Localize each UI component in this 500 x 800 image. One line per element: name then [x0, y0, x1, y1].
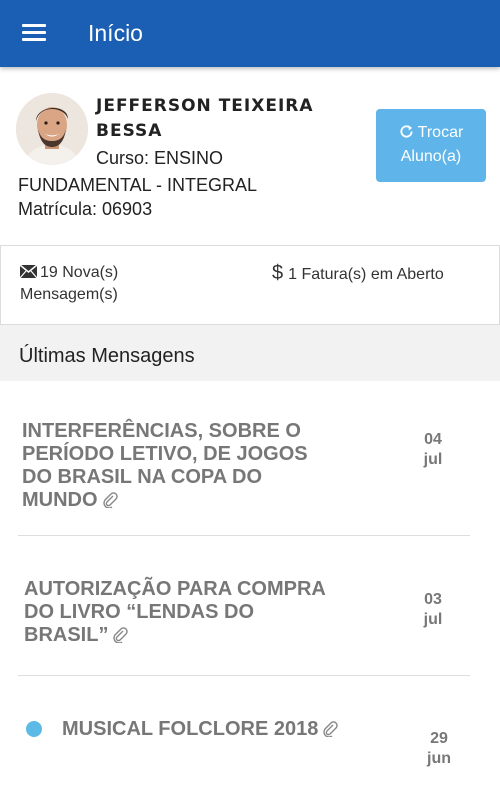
message-item[interactable]: INTERFERÊNCIAS, SOBRE O PERÍODO LETIVO, … — [18, 420, 470, 536]
paperclip-icon — [323, 721, 339, 737]
message-date: 04 jul — [413, 430, 453, 470]
app-bar: Início — [0, 0, 500, 67]
student-name: JEFFERSON TEIXEIRA BESSA — [96, 96, 314, 141]
switch-student-button[interactable]: Trocar Aluno(a) — [376, 109, 486, 182]
message-title: AUTORIZAÇÃO PARA COMPRA DO LIVRO “LENDAS… — [24, 578, 326, 646]
summary-panel: 19 Nova(s) Mensagem(s) $1 Fatura(s) em A… — [0, 245, 500, 325]
message-month: jul — [423, 451, 443, 468]
new-messages-link[interactable]: 19 Nova(s) Mensagem(s) — [19, 262, 200, 306]
message-month: jun — [427, 750, 451, 767]
message-day: 04 — [424, 431, 442, 448]
message-title-wrap: INTERFERÊNCIAS, SOBRE O PERÍODO LETIVO, … — [22, 420, 332, 512]
message-date: 03 jul — [413, 590, 453, 630]
page-title: Início — [88, 20, 143, 46]
message-day: 29 — [430, 730, 448, 747]
message-item[interactable]: AUTORIZAÇÃO PARA COMPRA DO LIVRO “LENDAS… — [18, 578, 470, 676]
message-title: INTERFERÊNCIAS, SOBRE O PERÍODO LETIVO, … — [22, 420, 308, 511]
refresh-icon — [400, 125, 413, 138]
unread-indicator — [26, 721, 42, 737]
message-title: MUSICAL FOLCLORE 2018 — [62, 718, 319, 740]
open-invoices-link[interactable]: $1 Fatura(s) em Aberto — [272, 262, 444, 286]
envelope-icon — [19, 264, 38, 279]
student-course: Curso: ENSINO FUNDAMENTAL - INTEGRAL — [18, 148, 258, 195]
message-title-wrap: MUSICAL FOLCLORE 2018 — [62, 718, 382, 741]
message-day: 03 — [424, 591, 442, 608]
message-title-wrap: AUTORIZAÇÃO PARA COMPRA DO LIVRO “LENDAS… — [24, 578, 334, 647]
dollar-icon: $ — [272, 262, 284, 284]
paperclip-icon — [102, 492, 118, 508]
message-month: jul — [423, 611, 443, 628]
paperclip-icon — [113, 627, 129, 643]
message-item[interactable]: MUSICAL FOLCLORE 2018 29 jun — [18, 696, 470, 800]
section-title: Últimas Mensagens — [19, 345, 195, 367]
open-invoices-count: 1 Fatura(s) em Aberto — [288, 266, 444, 283]
menu-icon[interactable] — [22, 24, 46, 42]
student-registration: Matrícula: 06903 — [18, 199, 153, 219]
message-date: 29 jun — [419, 729, 459, 769]
